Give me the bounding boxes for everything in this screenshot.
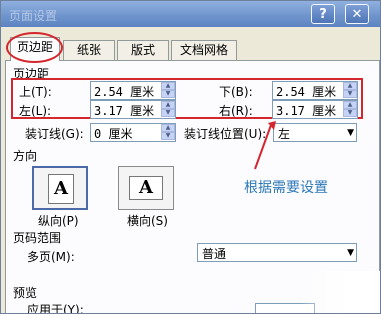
spin-up-icon[interactable]: ▲ [161, 82, 175, 90]
gutter-value: 0 厘米 [94, 127, 133, 141]
landscape-label[interactable]: 横向(S) [127, 212, 168, 229]
portrait-label[interactable]: 纵向(P) [38, 212, 79, 229]
chevron-down-icon: ▼ [347, 128, 354, 138]
spin-up-icon[interactable]: ▲ [343, 82, 357, 90]
spin-down-icon[interactable]: ▼ [343, 90, 357, 98]
tab-document-grid[interactable]: 文档网格 [171, 40, 237, 60]
annotation-text: 根据需要设置 [244, 180, 328, 196]
preview-section-title: 预览 [13, 286, 38, 300]
top-margin-spinner[interactable]: 2.54 厘米 ▲ ▼ [90, 81, 176, 100]
bottom-margin-spinner[interactable]: 2.54 厘米 ▲ ▼ [272, 81, 358, 100]
page-setup-dialog: 页面设置 ? ✕ 页边距 纸张 版式 文档网格 页边距 上(T): 2.54 厘… [0, 0, 381, 314]
left-margin-value: 3.17 厘米 [94, 104, 155, 118]
spin-up-icon[interactable]: ▲ [161, 124, 175, 132]
spin-down-icon[interactable]: ▼ [161, 109, 175, 117]
right-margin-spinner[interactable]: 3.17 厘米 ▲ ▼ [272, 100, 358, 119]
landscape-page-icon: A [129, 176, 163, 200]
portrait-page-icon: A [48, 174, 74, 204]
multiple-pages-select[interactable]: 普通 ▼ [197, 243, 357, 262]
title-bar[interactable]: 页面设置 ? ✕ [1, 1, 380, 27]
gutter-label: 装订线(G): [25, 127, 84, 141]
left-margin-label: 左(L): [19, 104, 52, 118]
fade-overlay [301, 271, 380, 313]
portrait-option[interactable]: A [32, 166, 88, 210]
spin-up-icon[interactable]: ▲ [343, 101, 357, 109]
tab-highlight-circle [6, 32, 63, 63]
right-margin-value: 3.17 厘米 [276, 104, 337, 118]
top-margin-value: 2.54 厘米 [94, 85, 155, 99]
multiple-pages-label: 多页(M): [27, 250, 75, 264]
landscape-option[interactable]: A [118, 166, 174, 210]
orientation-section-title: 方向 [13, 149, 38, 163]
bottom-margin-label: 下(B): [219, 85, 253, 99]
tab-paper[interactable]: 纸张 [63, 40, 115, 60]
gutter-position-select[interactable]: 左 ▼ [273, 123, 357, 142]
spin-down-icon[interactable]: ▼ [343, 109, 357, 117]
left-margin-spinner[interactable]: 3.17 厘米 ▲ ▼ [90, 100, 176, 119]
spin-down-icon[interactable]: ▼ [161, 90, 175, 98]
bottom-margin-value: 2.54 厘米 [276, 85, 337, 99]
top-margin-label: 上(T): [19, 85, 52, 99]
dialog-title: 页面设置 [9, 9, 58, 23]
pages-section-title: 页码范围 [13, 231, 62, 245]
apply-to-label: 应用于(Y): [27, 303, 84, 314]
spin-up-icon[interactable]: ▲ [161, 101, 175, 109]
annotation-arrow-icon [254, 121, 276, 170]
close-icon[interactable]: ✕ [345, 4, 369, 24]
spin-down-icon[interactable]: ▼ [161, 132, 175, 140]
gutter-position-value: 左 [278, 127, 291, 141]
help-icon[interactable]: ? [311, 4, 335, 24]
multiple-pages-value: 普通 [202, 247, 227, 261]
chevron-down-icon: ▼ [347, 248, 354, 258]
gutter-spinner[interactable]: 0 厘米 ▲ ▼ [90, 123, 176, 142]
right-margin-label: 右(R): [219, 104, 253, 118]
tab-layout[interactable]: 版式 [117, 40, 169, 60]
